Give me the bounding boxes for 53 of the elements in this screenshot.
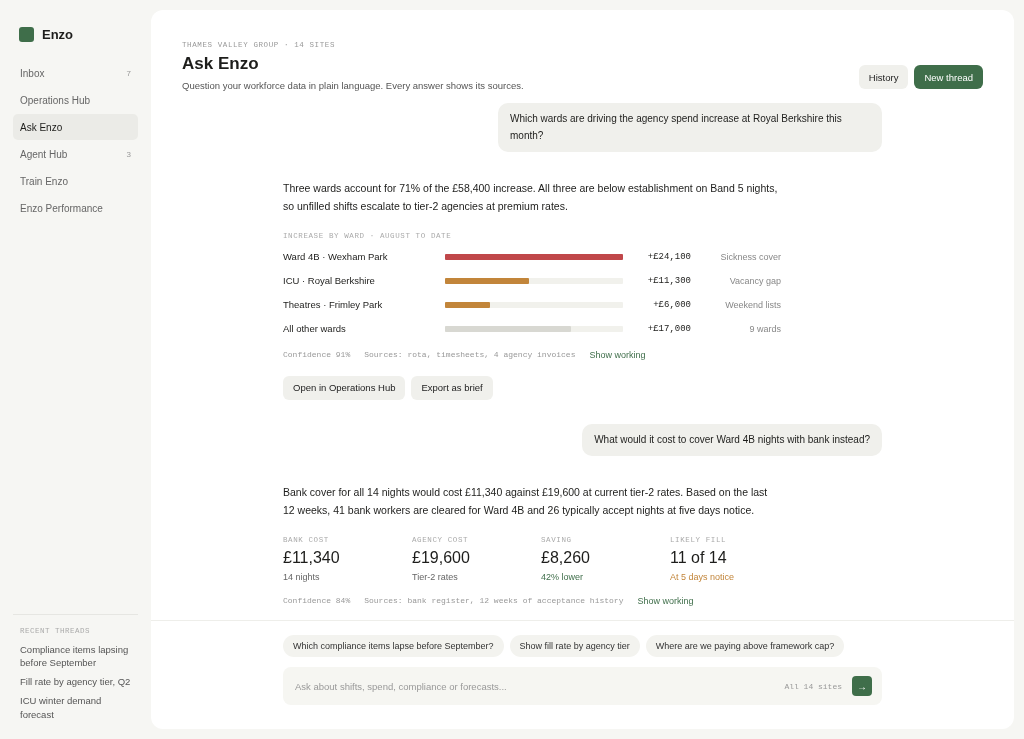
answer-text: Three wards account for 71% of the £58,400 increase. All three are below establishment on Band 5 nights, so unfilled shifts escalate to tier-2 agencies at premium rates. <box>283 181 779 214</box>
reason-text: Vacancy gap <box>728 275 781 286</box>
send-button[interactable]: → <box>852 676 872 696</box>
sidebar-item[interactable]: Operations Hub <box>13 87 138 113</box>
history-button[interactable]: History <box>858 65 909 89</box>
sidebar-item[interactable]: Inbox 7 <box>13 60 138 86</box>
sidebar-item[interactable]: Agent Hub 3 <box>13 141 138 167</box>
stat-value: £8,260 <box>541 548 591 567</box>
ward-label: Ward 4B · Wexham Park <box>283 251 389 263</box>
question-bubble: What would it cost to cover Ward 4B nights with bank instead? <box>582 423 882 457</box>
recent-thread-link[interactable]: Fill rate by agency tier, Q2 <box>20 675 131 689</box>
suggestion-chip[interactable]: Where are we paying above framework cap? <box>645 635 845 657</box>
recent-thread-link[interactable]: ICU winter demand forecast <box>20 694 131 721</box>
ward-label: Theatres · Frimley Park <box>283 299 384 311</box>
stat-note: Tier-2 rates <box>412 571 459 582</box>
recent-thread-link[interactable]: Compliance items lapsing before September <box>20 642 131 670</box>
sidebar-item[interactable]: Train Enzo <box>13 168 138 194</box>
question-field[interactable]: Ask about shifts, spend, compliance or forecasts... All 14 sites → <box>283 667 882 705</box>
scope-text: All 14 sites <box>784 681 842 691</box>
reason-text: 9 wards <box>748 323 781 334</box>
sources-text: Sources: rota, timesheets, 4 agency invoices <box>364 350 576 360</box>
amount-text: +£17,000 <box>646 323 691 334</box>
ward-label: ICU · Royal Berkshire <box>283 275 376 287</box>
new-thread-button[interactable]: New thread <box>914 65 983 89</box>
amount-text: +£6,000 <box>652 299 691 310</box>
suggestion-chip[interactable]: Which compliance items lapse before September? <box>283 635 504 657</box>
question-bubble: Which wards are driving the agency spend increase at Royal Berkshire this month? <box>498 103 882 152</box>
page-subtitle: Question your workforce data in plain language. Every answer shows its sources. <box>182 80 524 91</box>
logo-icon <box>19 27 34 42</box>
stat-value: £19,600 <box>412 548 471 567</box>
amount-text: +£11,300 <box>646 275 691 286</box>
answer-text: Bank cover for all 14 nights would cost £11,340 against £19,600 at current tier-2 rates. Based on the last 12 weeks, 41 bank workers are cleared for Ward 4B and 26 typically accept nights at five days notice. <box>283 485 769 519</box>
ward-label: All other wards <box>283 323 347 335</box>
suggestion-chip[interactable]: Show fill rate by agency tier <box>509 635 640 657</box>
show-working-link[interactable]: Show working <box>637 595 694 606</box>
amount-text: +£24,100 <box>646 251 691 262</box>
stat-note: 14 nights <box>283 571 321 582</box>
show-working-link[interactable]: Show working <box>589 349 646 360</box>
stat-value: £11,340 <box>283 548 341 567</box>
sidebar-item[interactable]: Enzo Performance <box>13 195 138 221</box>
confidence-text: Confidence 84% <box>283 596 351 606</box>
confidence-text: Confidence 91% <box>283 350 351 360</box>
stat-note: 42% lower <box>541 571 585 582</box>
sidebar-item[interactable]: Ask Enzo <box>13 114 138 140</box>
reason-text: Sickness cover <box>719 251 781 262</box>
stat-note: At 5 days notice <box>670 571 736 582</box>
reason-text: Weekend lists <box>724 299 781 310</box>
stat-value: 11 of 14 <box>670 548 728 567</box>
action-button[interactable]: Export as brief <box>411 375 493 400</box>
app-name: Enzo <box>42 27 74 42</box>
sources-text: Sources: bank register, 12 weeks of acceptance history <box>364 596 624 606</box>
action-button[interactable]: Open in Operations Hub <box>283 375 406 400</box>
page-title: Ask Enzo <box>182 54 260 74</box>
